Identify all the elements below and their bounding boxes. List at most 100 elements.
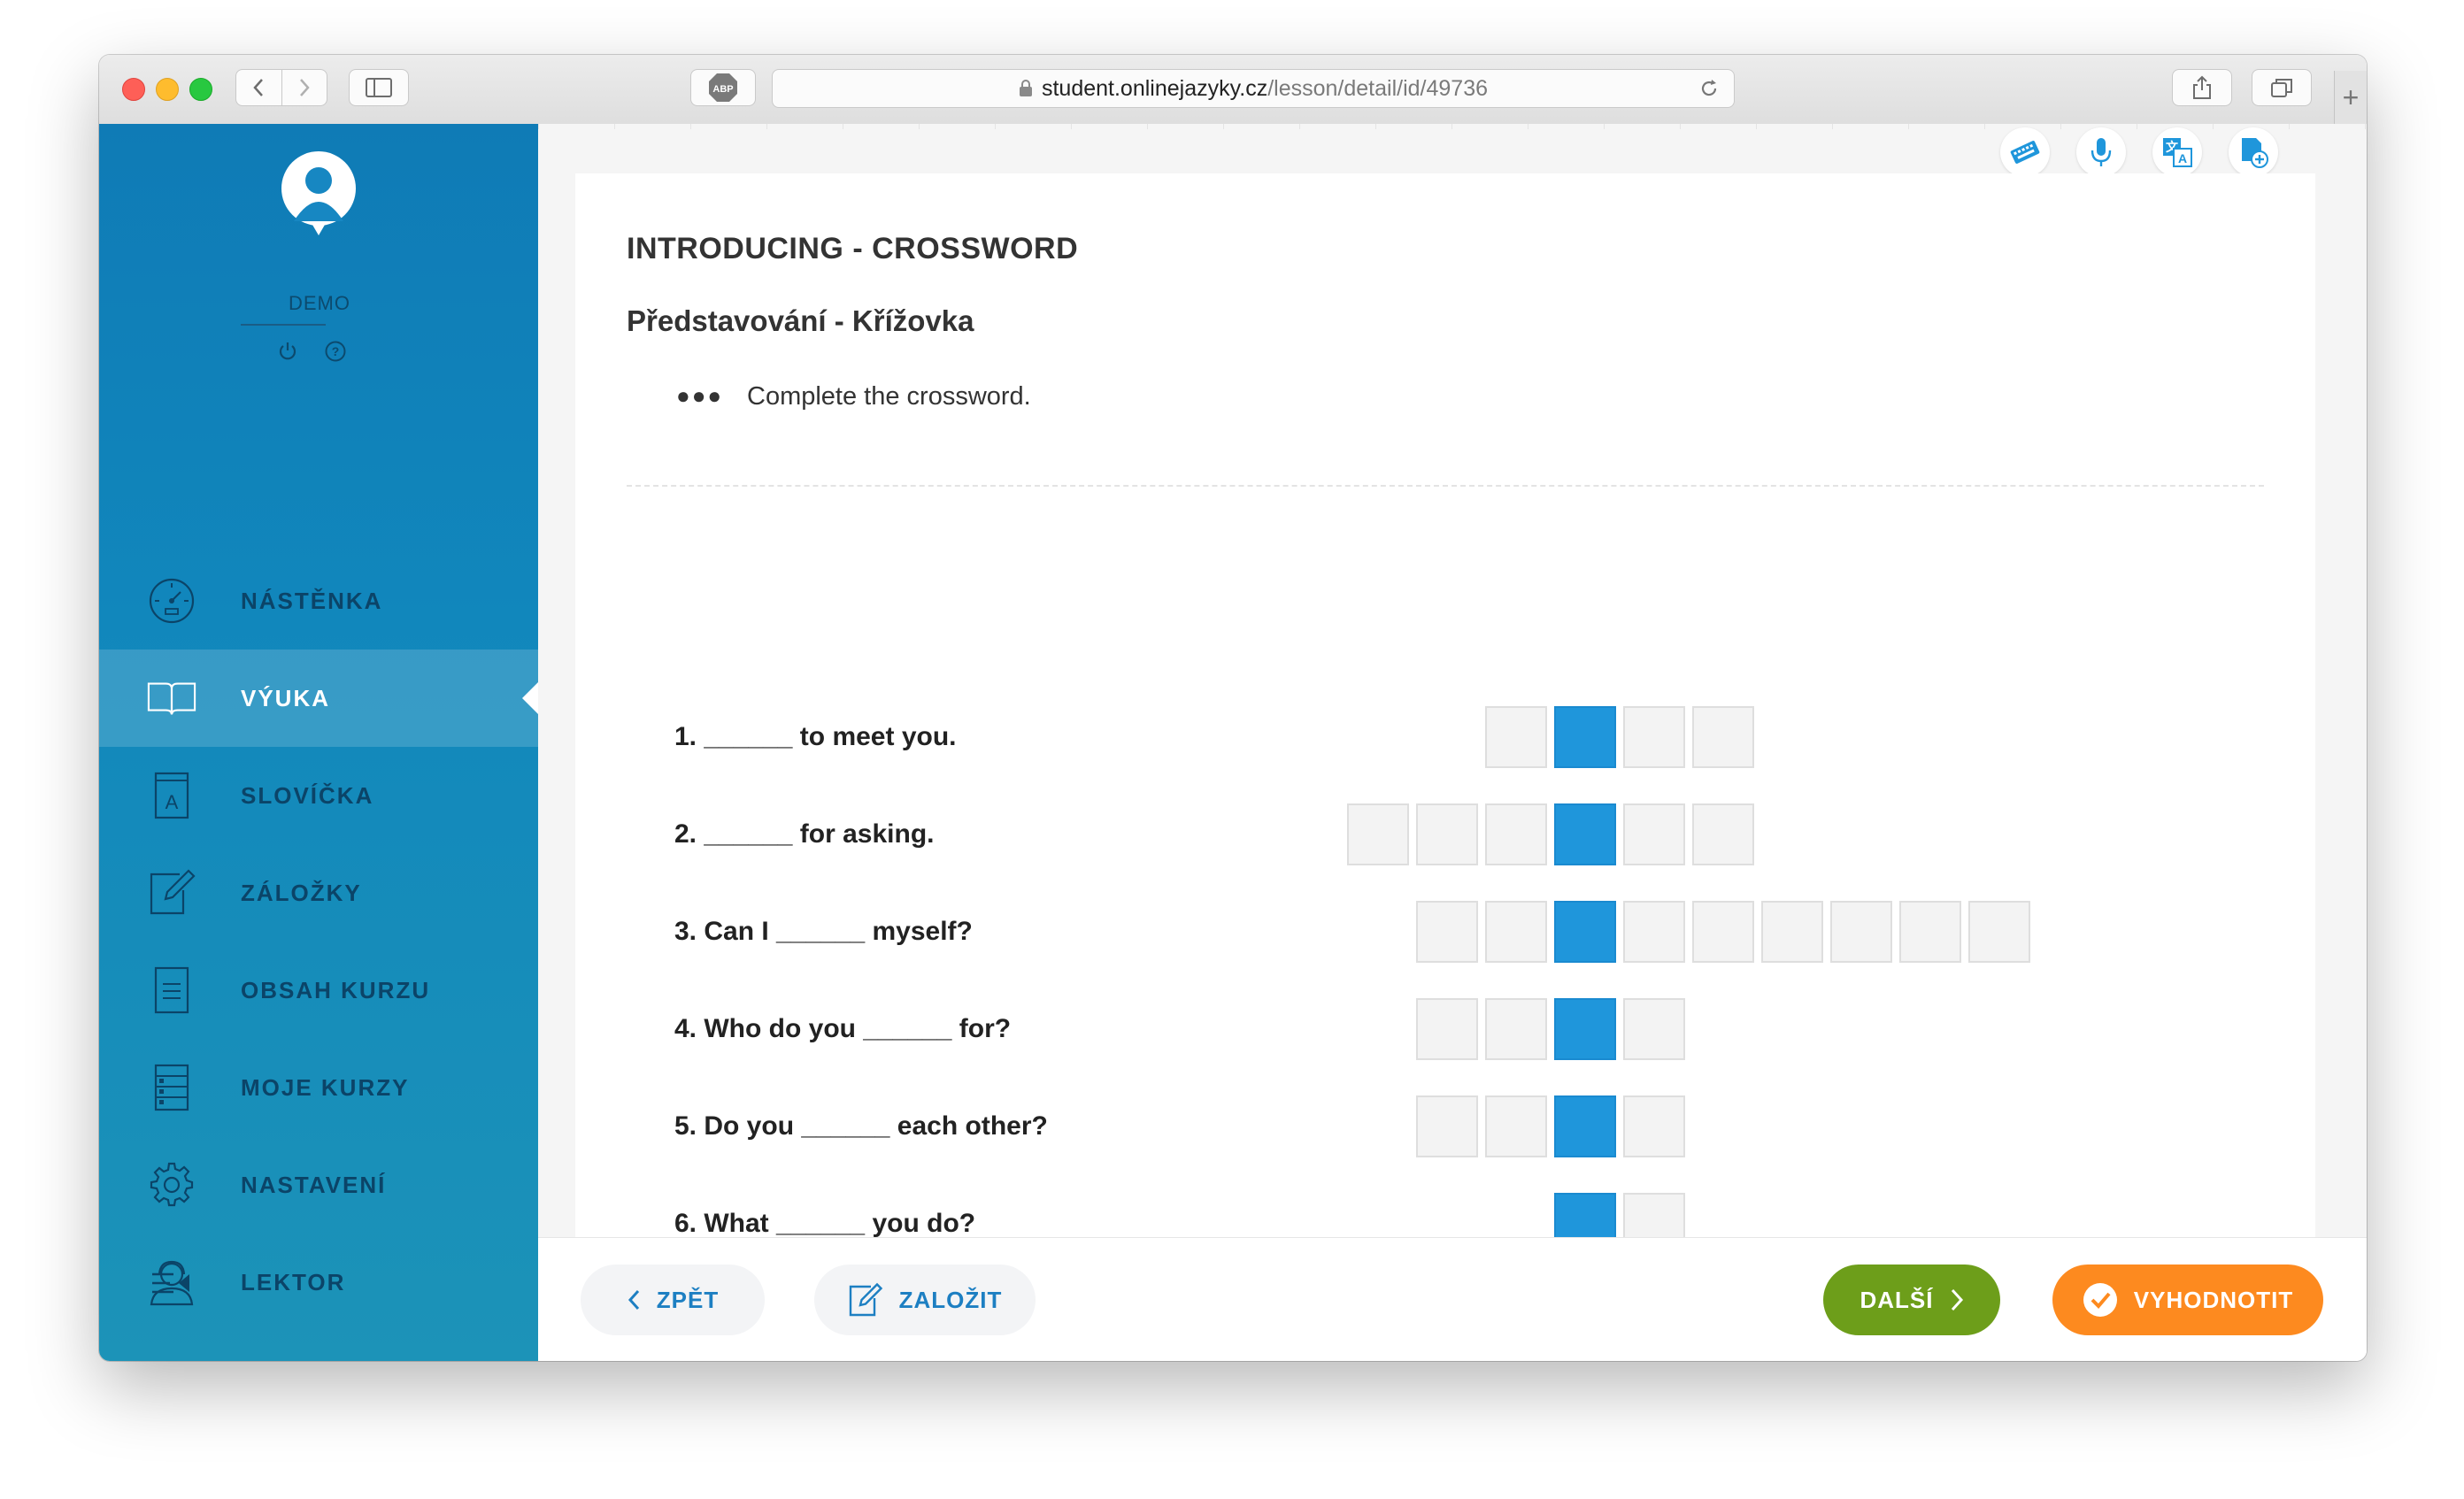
- title-bar: ABP student.onlinejazyky.cz/lesson/detai…: [99, 55, 2367, 125]
- crossword-cell[interactable]: [1692, 901, 1754, 963]
- svg-text:A: A: [166, 791, 179, 813]
- crossword-cell[interactable]: [1968, 901, 2030, 963]
- crossword-key-cell[interactable]: [1554, 1193, 1616, 1237]
- evaluate-button[interactable]: VYHODNOTIT: [2052, 1265, 2323, 1335]
- microphone-button[interactable]: [2076, 127, 2126, 177]
- clue-text: 3. Can I ______ myself?: [674, 917, 973, 946]
- tabs-overview-button[interactable]: [2252, 69, 2312, 106]
- sidebar-item-dashboard[interactable]: NÁSTĚNKA: [99, 552, 538, 650]
- sidebar-item-label: SLOVÍČKA: [241, 781, 374, 809]
- crossword-cell[interactable]: [1623, 998, 1685, 1060]
- address-bar[interactable]: student.onlinejazyky.cz/lesson/detail/id…: [772, 69, 1735, 108]
- crossword-cell[interactable]: [1416, 998, 1478, 1060]
- course-content-icon: [154, 966, 189, 1014]
- crossword-cell[interactable]: [1623, 901, 1685, 963]
- adblock-icon: ABP: [709, 73, 737, 102]
- close-window-button[interactable]: [122, 78, 145, 101]
- forward-nav-button[interactable]: [281, 70, 327, 105]
- user-actions: ?: [276, 340, 347, 363]
- add-note-icon: [2242, 138, 2268, 168]
- crossword-cell[interactable]: [1692, 803, 1754, 865]
- sidebar-item-label: VÝUKA: [241, 684, 331, 711]
- crossword-key-cell[interactable]: [1554, 901, 1616, 963]
- back-nav-button[interactable]: [236, 70, 281, 105]
- crossword-cell[interactable]: [1485, 998, 1547, 1060]
- sidebar-item-course-content[interactable]: OBSAH KURZU: [99, 942, 538, 1039]
- sidebar-item-vocabulary[interactable]: A SLOVÍČKA: [99, 747, 538, 844]
- reload-icon[interactable]: [1698, 78, 1720, 99]
- next-button-label: DALŠÍ: [1860, 1286, 1934, 1313]
- sidebar-item-label: OBSAH KURZU: [241, 976, 431, 1003]
- crossword-key-cell[interactable]: [1554, 1095, 1616, 1157]
- crossword-key-cell[interactable]: [1554, 803, 1616, 865]
- chevron-right-icon: [1951, 1288, 1963, 1311]
- svg-text:ABP: ABP: [712, 84, 733, 95]
- keyboard-button[interactable]: [2000, 127, 2050, 177]
- add-note-button[interactable]: [2229, 127, 2278, 177]
- sidebar-item-bookmarks[interactable]: ZÁLOŽKY: [99, 844, 538, 942]
- back-button-label: ZPĚT: [656, 1286, 720, 1313]
- minimize-window-button[interactable]: [156, 78, 179, 101]
- zoom-window-button[interactable]: [189, 78, 212, 101]
- share-button[interactable]: [2172, 69, 2232, 106]
- power-icon[interactable]: [276, 340, 299, 363]
- microphone-icon: [2091, 138, 2112, 166]
- avatar[interactable]: [281, 150, 357, 235]
- clue-text: 6. What ______ you do?: [674, 1209, 976, 1237]
- main-content: 文A INTRODUCING - CROSSWORD Představování…: [538, 124, 2367, 1237]
- new-tab-button[interactable]: +: [2334, 71, 2367, 124]
- help-icon[interactable]: ?: [324, 340, 347, 363]
- crossword-cell[interactable]: [1416, 803, 1478, 865]
- crossword-cell[interactable]: [1899, 901, 1961, 963]
- check-circle-icon: [2083, 1283, 2117, 1317]
- bookmark-edit-icon: [150, 869, 196, 915]
- sidebar-item-label: MOJE KURZY: [241, 1073, 410, 1101]
- browser-window: ABP student.onlinejazyky.cz/lesson/detai…: [99, 55, 2367, 1361]
- tabs-icon: [2271, 79, 2292, 97]
- crossword-key-cell[interactable]: [1554, 706, 1616, 768]
- instruction-text: Complete the crossword.: [747, 382, 1031, 411]
- translate-button[interactable]: 文A: [2152, 127, 2202, 177]
- back-button[interactable]: ZPĚT: [581, 1265, 765, 1335]
- dashboard-icon: [149, 578, 195, 624]
- next-button[interactable]: DALŠÍ: [1823, 1265, 2000, 1335]
- share-icon: [2193, 75, 2211, 99]
- crossword-cell[interactable]: [1416, 901, 1478, 963]
- bookmark-button[interactable]: ZALOŽIT: [814, 1265, 1036, 1335]
- footer-bar: ZPĚT ZALOŽIT DALŠÍ VYHODNOTIT: [538, 1237, 2367, 1361]
- book-icon: [147, 682, 196, 715]
- lock-icon: [1019, 80, 1032, 96]
- crossword-cell[interactable]: [1485, 803, 1547, 865]
- clue-text: 5. Do you ______ each other?: [674, 1111, 1048, 1141]
- crossword-cell[interactable]: [1416, 1095, 1478, 1157]
- crossword-cell[interactable]: [1485, 1095, 1547, 1157]
- sidebar-item-settings[interactable]: NASTAVENÍ: [99, 1136, 538, 1234]
- crossword-cell[interactable]: [1485, 706, 1547, 768]
- my-courses-icon: [154, 1064, 189, 1111]
- crossword-cell[interactable]: [1830, 901, 1892, 963]
- sidebar-item-my-courses[interactable]: MOJE KURZY: [99, 1039, 538, 1136]
- crossword-cell[interactable]: [1623, 1095, 1685, 1157]
- crossword-cell[interactable]: [1692, 706, 1754, 768]
- sidebar-item-lessons[interactable]: VÝUKA: [99, 650, 538, 747]
- adblock-button[interactable]: ABP: [690, 69, 756, 106]
- svg-text:A: A: [2178, 151, 2187, 165]
- sidebar-icon: [366, 78, 392, 97]
- crossword-cell[interactable]: [1623, 803, 1685, 865]
- keyboard-icon: [2010, 141, 2040, 164]
- username[interactable]: DEMO: [235, 292, 404, 315]
- crossword-cell[interactable]: [1623, 1193, 1685, 1237]
- chevron-right-icon: [299, 79, 310, 96]
- more-dots-icon[interactable]: ●●●: [676, 382, 723, 410]
- crossword-cell[interactable]: [1623, 706, 1685, 768]
- sidebar-toggle-button[interactable]: [349, 69, 409, 106]
- crossword-key-cell[interactable]: [1554, 998, 1616, 1060]
- sidebar-item-label: NÁSTĚNKA: [241, 587, 383, 614]
- crossword-cell[interactable]: [1761, 901, 1823, 963]
- vocabulary-icon: A: [154, 772, 189, 819]
- translate-icon: 文A: [2163, 138, 2192, 167]
- crossword-cell[interactable]: [1485, 901, 1547, 963]
- collapse-menu-icon[interactable]: [150, 1271, 191, 1295]
- sidebar-item-label: LEKTOR: [241, 1268, 346, 1295]
- crossword-cell[interactable]: [1347, 803, 1409, 865]
